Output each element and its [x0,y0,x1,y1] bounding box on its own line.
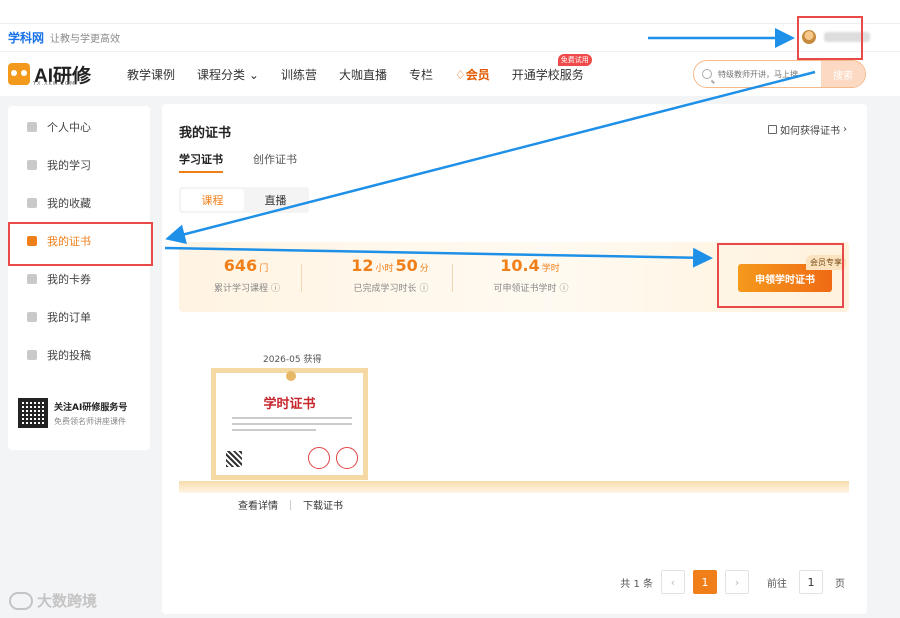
watermark: 大数跨境 [9,590,97,611]
watermark-logo-icon [9,591,33,610]
arrow-to-apply [164,246,713,268]
annotation-arrows [164,28,816,268]
arrow-to-certificates [165,70,816,244]
